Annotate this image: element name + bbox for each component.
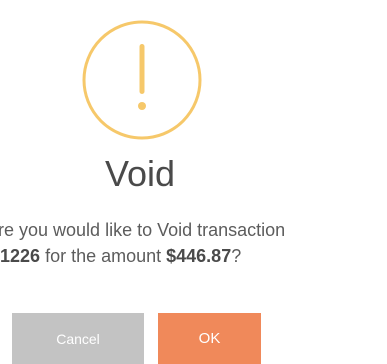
cancel-button[interactable]: Cancel: [12, 313, 144, 364]
transaction-id: 31226: [0, 246, 41, 266]
message-middle-text: for the amount: [40, 246, 167, 266]
ok-button[interactable]: OK: [158, 313, 261, 364]
message-line-1: ure you would like to Void transaction: [0, 220, 286, 240]
dialog-message: ure you would like to Void transaction 3…: [0, 217, 387, 269]
message-suffix: ?: [231, 246, 242, 266]
warning-icon: [82, 20, 202, 140]
void-dialog: Void ure you would like to Void transact…: [0, 0, 387, 364]
message-line-2: 31226 for the amount $446.87?: [0, 243, 387, 269]
transaction-amount: $446.87: [166, 246, 232, 266]
dialog-title: Void: [104, 153, 176, 194]
